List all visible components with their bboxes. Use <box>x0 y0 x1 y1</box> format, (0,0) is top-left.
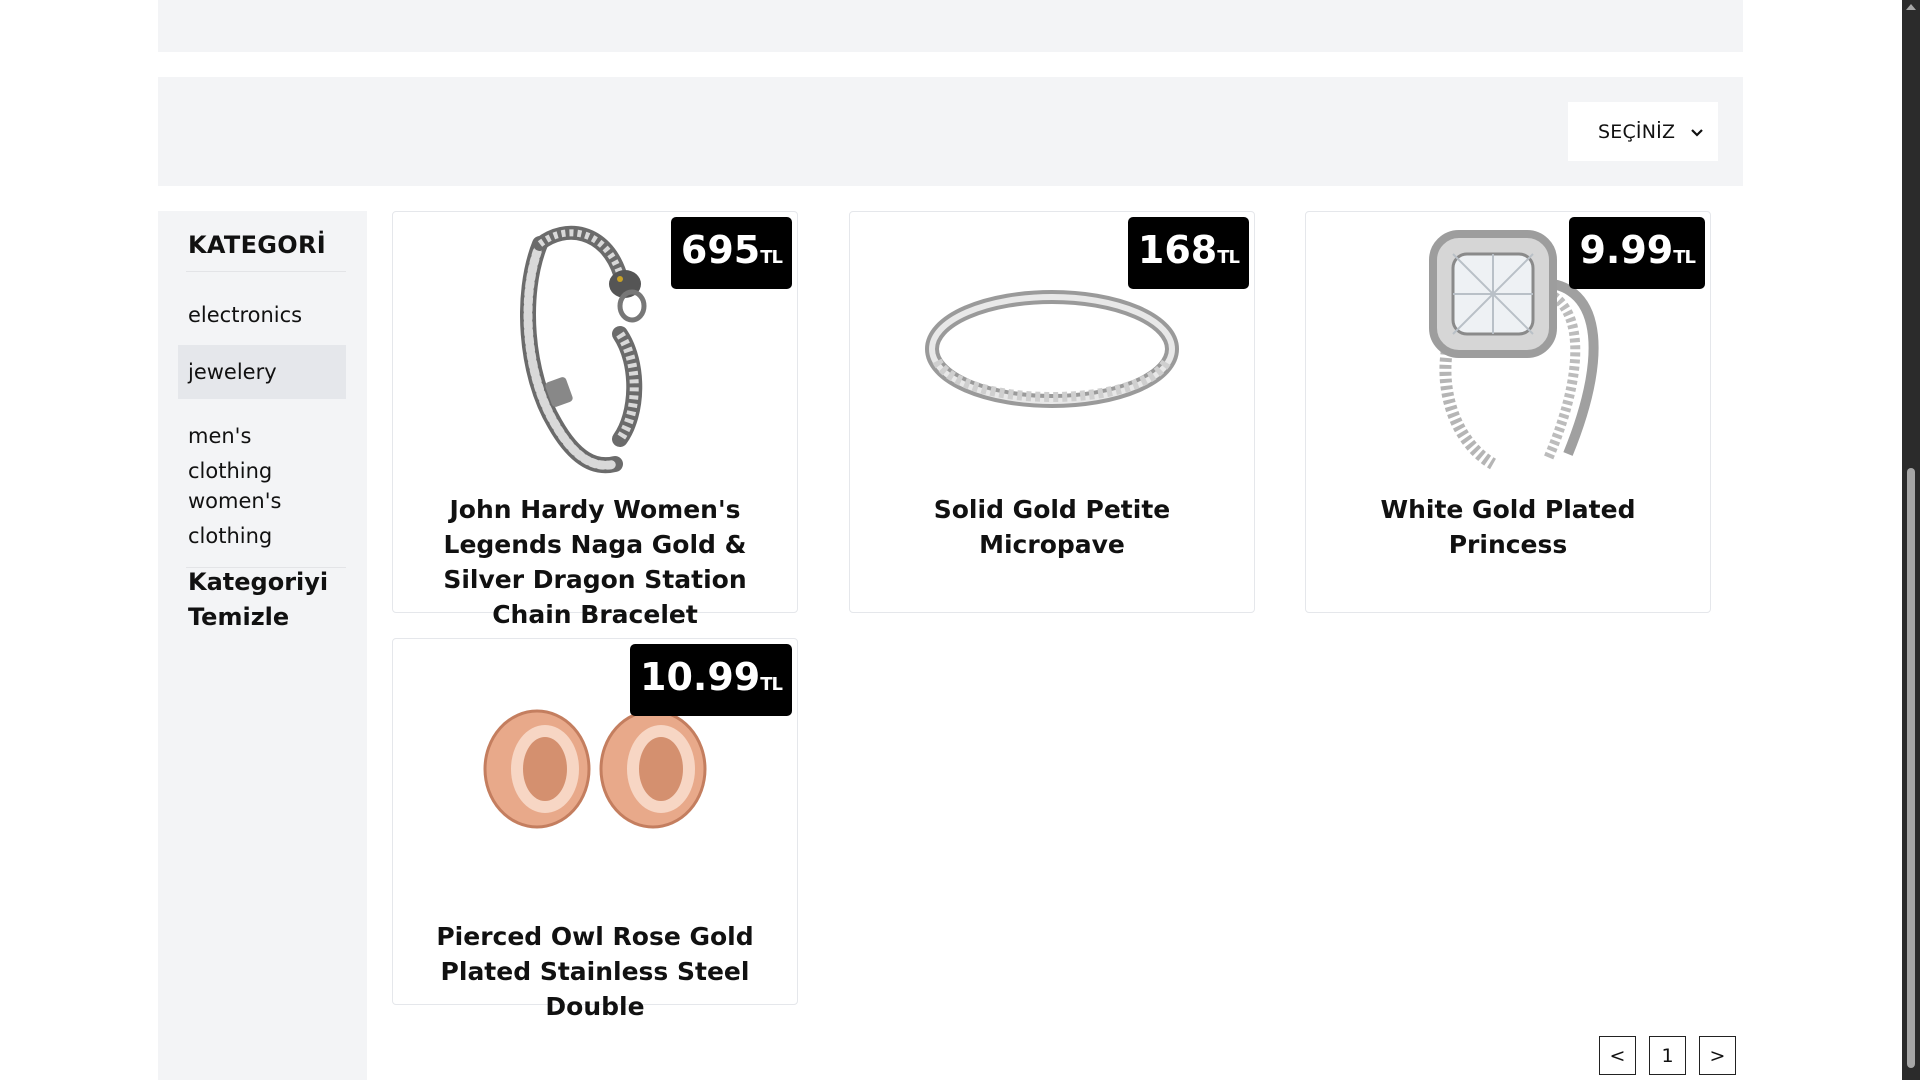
price-badge: 695TL <box>670 217 792 289</box>
price-badge: 168TL <box>1127 217 1249 289</box>
scrollbar-thumb[interactable] <box>1907 468 1915 1068</box>
product-card[interactable]: 9.99TL White Gold Plated Princess <box>1305 211 1711 613</box>
sort-select[interactable]: SEÇİNİZ <box>1568 102 1718 161</box>
currency-label: TL <box>1217 247 1240 268</box>
scroll-up-arrow-icon[interactable] <box>1906 4 1916 10</box>
scrollbar[interactable] <box>1902 0 1920 1080</box>
product-title: White Gold Plated Princess <box>1380 495 1636 559</box>
next-page-button[interactable]: > <box>1699 1036 1736 1075</box>
product-title: John Hardy Women's Legends Naga Gold & S… <box>443 495 747 629</box>
price-value: 10.99 <box>640 655 761 699</box>
page: SEÇİNİZ KATEGORİ electronics jewelery me… <box>0 0 1920 1080</box>
product-card[interactable]: 168TL Solid Gold Petite Micropave <box>849 211 1255 613</box>
price-value: 9.99 <box>1579 228 1674 272</box>
currency-label: TL <box>760 247 783 268</box>
price-value: 168 <box>1137 228 1218 272</box>
category-item-womens-clothing[interactable]: women's clothing <box>178 475 346 563</box>
price-badge: 10.99TL <box>630 644 792 716</box>
price-value: 695 <box>680 228 761 272</box>
price-badge: 9.99TL <box>1569 217 1705 289</box>
page-number-button[interactable]: 1 <box>1649 1036 1686 1075</box>
category-sidebar: KATEGORİ electronics jewelery men's clot… <box>158 211 367 1080</box>
product-title: Pierced Owl Rose Gold Plated Stainless S… <box>436 922 754 1021</box>
category-item-mens-clothing[interactable]: men's clothing <box>178 410 346 483</box>
product-card[interactable]: 695TL John Hardy Women's Legends Naga Go… <box>392 211 798 629</box>
filter-bar: SEÇİNİZ <box>158 77 1743 186</box>
product-card[interactable]: 10.99TL Pierced Owl Rose Gold Plated Sta… <box>392 638 798 1021</box>
sort-select-label: SEÇİNİZ <box>1598 120 1676 143</box>
category-heading: KATEGORİ <box>188 231 326 259</box>
product-title: Solid Gold Petite Micropave <box>933 495 1171 559</box>
category-item-electronics[interactable]: electronics <box>178 289 346 343</box>
top-panel <box>158 0 1743 52</box>
chevron-down-icon <box>1691 128 1703 137</box>
divider <box>186 271 346 272</box>
currency-label: TL <box>760 674 783 695</box>
category-item-jewelery[interactable]: jewelery <box>178 345 346 399</box>
clear-category-link[interactable]: Kategoriyi Temizle <box>188 565 338 635</box>
currency-label: TL <box>1673 247 1696 268</box>
prev-page-button[interactable]: < <box>1599 1036 1636 1075</box>
